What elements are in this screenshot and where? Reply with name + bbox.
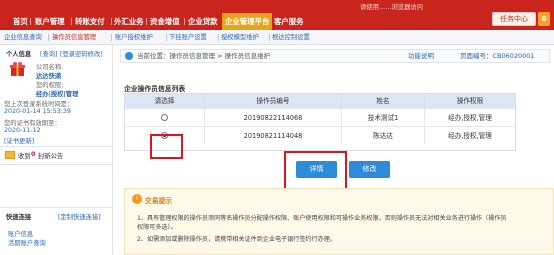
section-title: 企业操作员信息列表 (124, 85, 186, 93)
nav-enterprise-platform[interactable]: 企业管理平台 (222, 13, 273, 30)
nav-loan[interactable]: 企业贷款 (188, 13, 218, 30)
nav-transfer[interactable]: 转账支付 (75, 13, 105, 30)
company-label: 公司名称: (36, 64, 64, 71)
notice-prefix: 收到 (18, 153, 31, 160)
nav-home[interactable]: 首页 (13, 13, 28, 30)
col-permission: 操作权限 (425, 94, 515, 108)
page-code: 页面编号：CB06020001 (460, 52, 535, 60)
row-operator-id: 20190821114048 (205, 126, 342, 144)
nav-service[interactable]: 客户服务 (274, 13, 304, 30)
gift-icon (10, 62, 25, 77)
tip-line-1b: 权限可多选）。 (137, 224, 177, 231)
row-name: 技术测试1 (342, 108, 425, 126)
top-strip: 请使用……浏览器访问 (0, 0, 554, 13)
modify-button[interactable]: 修改 (349, 161, 390, 178)
sidebar: 个人信息 [查询] [登录密码修改] 公司名称: 达达快递 您的权限: 经办|授… (0, 45, 113, 255)
breadcrumb: 当前位置：操作员信息管理 > 操作员信息维护 (137, 52, 271, 60)
main-nav: 首页 账户管理 转账支付 外汇业务 资金增值 企业贷款 企业管理平台 客户服务 (0, 13, 554, 30)
password-modify-link[interactable]: [登录密码修改] (60, 49, 103, 58)
row-permission: 经办,授权,管理 (425, 108, 515, 126)
col-select: 请选择 (125, 94, 205, 108)
detail-button[interactable]: 详情 (296, 161, 337, 178)
table-row[interactable]: 20190821114048 陈达达 经办,授权,管理 (125, 126, 515, 144)
col-operator-id: 操作员编号 (205, 94, 342, 108)
table-row[interactable]: 20190822114068 技术测试1 经办,授权,管理 (125, 108, 515, 126)
quick-demand-query[interactable]: 活期账户查询 (8, 238, 46, 247)
tip-line-2: 2、如需添加或删除操作员，请携带相关证件到企业电子银行签约行办理。 (137, 236, 336, 243)
row-name: 陈达达 (342, 126, 425, 144)
main-content: 当前位置：操作员信息管理 > 操作员信息维护 功能说明 页面编号：CB06020… (114, 45, 554, 255)
row-operator-id: 20190822114068 (205, 108, 342, 126)
subnav-auth-model[interactable]: 授权模型维护 (221, 30, 259, 45)
custom-quick-link[interactable]: [定制快速连接] (58, 212, 101, 221)
row-radio[interactable] (161, 114, 168, 121)
tip-line-1: 1、具有管理权限的操作员须同等名操作员分配操作权限、账户使用权限和可操作业务权限… (137, 215, 507, 222)
task-center-button[interactable]: 任务中心 (492, 12, 536, 26)
col-name: 姓名 (342, 94, 425, 108)
subnav-operator-info[interactable]: 操作员信息管理 (52, 30, 96, 45)
personal-info-title: 个人信息 (6, 51, 32, 58)
top-notice: 请使用……浏览器访问 (360, 4, 423, 11)
subnav-control-settings[interactable]: 根达控制设置 (272, 30, 310, 45)
tip-title: 交易提示 (145, 197, 173, 205)
transaction-tip-box: i 交易提示 1、具有管理权限的操作员须同等名操作员分配操作权限、账户使用权限和… (124, 188, 554, 255)
quick-account-info[interactable]: 账户信息 (8, 229, 33, 238)
subnav-sub-account[interactable]: 下挂账户设置 (169, 30, 207, 45)
cert-date: 2020-11-12 (4, 127, 41, 134)
last-login-time: 2020-01-14 15:53:39 (4, 108, 71, 115)
quick-link-title: 快速连接 (6, 214, 32, 221)
cert-update-link[interactable]: [证书更新] (4, 136, 34, 145)
last-login-label: 您上次登录系统时间是： (4, 101, 74, 108)
mail-icon (5, 151, 15, 159)
nav-wealth[interactable]: 资金增值 (150, 13, 180, 30)
breadcrumb-bar: 当前位置：操作员信息管理 > 操作员信息维护 功能说明 页面编号：CB06020… (120, 49, 550, 63)
company-name: 达达快递 (36, 73, 62, 80)
task-count-badge: 0 (538, 12, 550, 26)
page-root: 请使用……浏览器访问 首页 账户管理 转账支付 外汇业务 资金增值 企业贷款 企… (0, 0, 554, 255)
subnav-company-info[interactable]: 企业信息查询 (4, 30, 42, 45)
notice-count[interactable]: 0 (31, 151, 35, 158)
permission-value: 经办|授权|管理 (36, 91, 79, 98)
nav-forex[interactable]: 外汇业务 (114, 13, 144, 30)
nav-account[interactable]: 账户管理 (35, 13, 65, 30)
tip-icon: i (132, 194, 142, 204)
notice-suffix: 封新公告 (38, 153, 64, 160)
location-icon (125, 52, 133, 60)
function-description-link[interactable]: 功能说明 (408, 50, 434, 62)
permission-label: 您的权限: (36, 82, 64, 89)
subnav-account-auth[interactable]: 账户授权维护 (115, 30, 153, 45)
sub-nav: 企业信息查询 操作员信息管理 账户授权维护 下挂账户设置 授权模型维护 根达控制… (0, 30, 554, 45)
query-link[interactable]: [查询] (40, 49, 58, 58)
cert-label: 您的证书有效期至： (4, 120, 61, 127)
row-permission: 经办,授权,管理 (425, 126, 515, 144)
radio-highlight-box (150, 134, 183, 159)
